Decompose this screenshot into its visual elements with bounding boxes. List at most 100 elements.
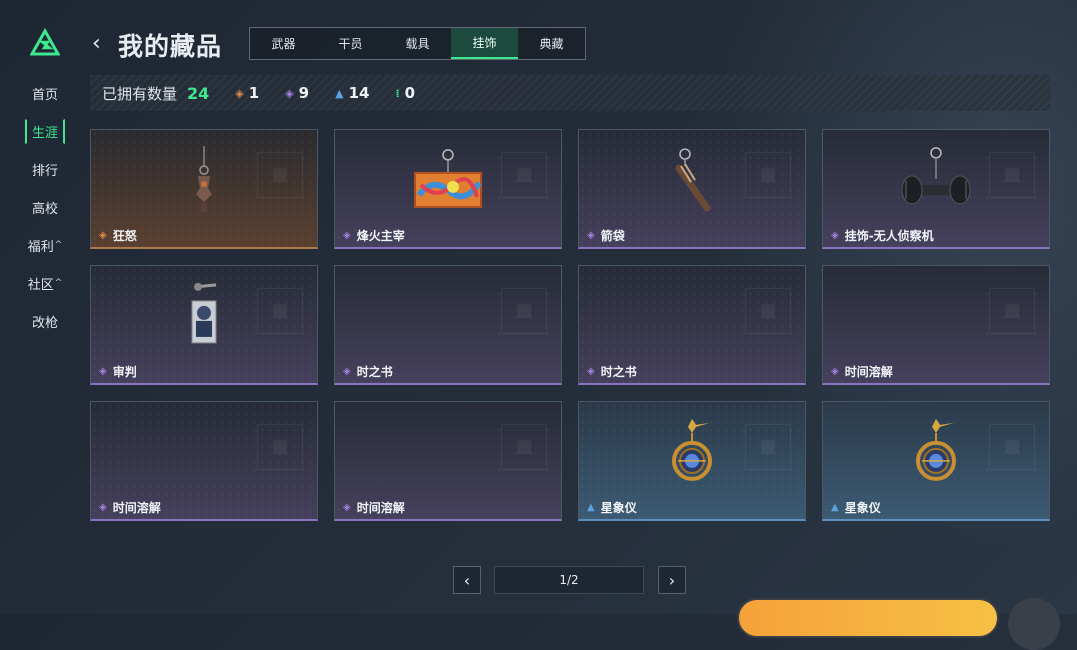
collection-card[interactable]: ◈ 时间溶解 (334, 401, 562, 521)
collection-card[interactable]: ◈ 时间溶解 (90, 401, 318, 521)
card-name-text: 星象仪 (844, 501, 881, 515)
tab-1[interactable]: 干员 (317, 28, 384, 59)
collection-card[interactable]: ◈ 时间溶解 (822, 265, 1050, 385)
round-button[interactable] (1008, 598, 1060, 650)
card-name-text: 时之书 (356, 365, 393, 379)
collection-card[interactable]: ◈ 烽火主宰 (334, 129, 562, 249)
collection-card[interactable]: ◈ 时之书 (334, 265, 562, 385)
collection-card[interactable]: ◈ 挂饰-无人侦察机 (822, 129, 1050, 249)
owned-count-total: 24 (187, 83, 210, 103)
sidebar-item-3[interactable]: 高校 (16, 188, 74, 226)
action-button[interactable] (737, 598, 999, 638)
tab-0[interactable]: 武器 (250, 28, 317, 59)
card-icon (184, 280, 224, 356)
purple-diamond-icon: ◈ (343, 366, 351, 377)
prev-page-button[interactable]: ‹ (453, 566, 481, 594)
sidebar-item-label: 生涯 (24, 118, 65, 144)
astrolabe-icon (908, 416, 964, 492)
collection-grid: ◈ 狂怒 ◈ 烽火主宰 ◈ 箭袋 ◈ 挂饰-无人侦察机 ◈ 审判 ◈ 时之书 ◈ 时之书 ◈ 时间溶解 ◈ 时间溶… (90, 129, 1050, 521)
collection-card[interactable]: ▲ 星象仪 (578, 401, 806, 521)
page-title: 我的藏品 (118, 32, 223, 61)
collection-card[interactable]: ◈ 箭袋 (578, 129, 806, 249)
rarity-count-value: 9 (298, 84, 310, 102)
astrolabe-icon (664, 416, 720, 492)
purple-diamond-icon: ◈ (343, 230, 351, 241)
rarity-count: ◈ 1 (235, 84, 259, 102)
card-name: ◈ 时之书 (343, 363, 393, 380)
owned-count-label: 已拥有数量 (102, 84, 178, 103)
crate-icon (413, 144, 483, 220)
card-name-text: 挂饰-无人侦察机 (844, 229, 934, 243)
green-dots-icon: ⁞ (395, 86, 400, 100)
rarity-count: ▲ 14 (335, 84, 369, 102)
rarity-count-value: 1 (248, 84, 260, 102)
purple-diamond-icon: ◈ (99, 366, 107, 377)
card-name: ◈ 狂怒 (99, 227, 137, 244)
sidebar-item-label: 福利 (27, 239, 54, 255)
card-decoration (273, 440, 287, 454)
sidebar-item-2[interactable]: 排行 (16, 150, 74, 188)
rarity-count-value: 14 (348, 84, 370, 102)
purple-diamond-icon: ◈ (831, 230, 839, 241)
card-decoration (273, 304, 287, 318)
card-name: ▲ 星象仪 (831, 499, 881, 516)
card-name-text: 星象仪 (600, 501, 637, 515)
card-name: ◈ 挂饰-无人侦察机 (831, 227, 934, 244)
collection-card[interactable]: ◈ 狂怒 (90, 129, 318, 249)
sidebar-item-4[interactable]: 福利 ^ (16, 226, 74, 264)
blue-chevron-icon: ▲ (831, 502, 839, 513)
sidebar: 首页 生涯 排行 高校 福利 ^ 社区 ^ 改枪 (16, 74, 74, 340)
card-name: ◈ 审判 (99, 363, 137, 380)
chevron-right-icon: › (668, 570, 676, 590)
card-name-text: 箭袋 (600, 229, 625, 243)
card-name: ◈ 时间溶解 (831, 363, 893, 380)
tab-2[interactable]: 载具 (384, 28, 451, 59)
sidebar-item-5[interactable]: 社区 ^ (16, 264, 74, 302)
sidebar-item-6[interactable]: 改枪 (16, 302, 74, 340)
sidebar-item-label: 首页 (31, 87, 58, 103)
next-page-button[interactable]: › (658, 566, 686, 594)
owned-count-bar: 已拥有数量 24 ◈ 1 ◈ 9 ▲ 14 ⁞ 0 (90, 75, 1050, 111)
tab-4[interactable]: 典藏 (518, 28, 585, 59)
orange-diamond-icon: ◈ (99, 230, 107, 241)
card-decoration (761, 304, 775, 318)
purple-diamond-icon: ◈ (99, 502, 107, 513)
sidebar-item-1[interactable]: 生涯 (16, 112, 74, 150)
card-name-text: 时之书 (600, 365, 637, 379)
page-indicator: 1/2 (494, 566, 644, 594)
card-decoration (1005, 440, 1019, 454)
card-decoration (273, 168, 287, 182)
card-name-text: 狂怒 (112, 229, 137, 243)
card-decoration (517, 304, 531, 318)
collection-card[interactable]: ◈ 时之书 (578, 265, 806, 385)
card-name: ◈ 时之书 (587, 363, 637, 380)
card-name: ◈ 箭袋 (587, 227, 625, 244)
sidebar-item-label: 改枪 (31, 315, 58, 331)
card-name-text: 烽火主宰 (356, 229, 405, 243)
card-decoration (517, 440, 531, 454)
quiver-icon (667, 146, 717, 220)
caret-up-icon: ^ (54, 278, 63, 288)
card-decoration (761, 440, 775, 454)
card-name: ◈ 时间溶解 (99, 499, 161, 516)
orange-diamond-icon: ◈ (235, 86, 244, 100)
drone-icon (900, 144, 972, 220)
app-logo-icon[interactable] (30, 28, 60, 58)
card-name-text: 时间溶解 (356, 501, 405, 515)
sidebar-item-label: 社区 (27, 277, 54, 293)
collection-card[interactable]: ▲ 星象仪 (822, 401, 1050, 521)
keychain-icon (184, 145, 224, 220)
card-name-text: 时间溶解 (844, 365, 893, 379)
blue-chevron-icon: ▲ (587, 502, 595, 513)
purple-diamond-icon: ◈ (587, 230, 595, 241)
collection-card[interactable]: ◈ 审判 (90, 265, 318, 385)
purple-diamond-icon: ◈ (831, 366, 839, 377)
rarity-count: ⁞ 0 (395, 84, 415, 102)
card-name: ▲ 星象仪 (587, 499, 637, 516)
back-icon[interactable]: ‹ (92, 31, 101, 56)
sidebar-item-0[interactable]: 首页 (16, 74, 74, 112)
rarity-count-value: 0 (404, 84, 416, 102)
card-name: ◈ 时间溶解 (343, 499, 405, 516)
tab-3[interactable]: 挂饰 (451, 28, 518, 59)
sidebar-item-label: 排行 (31, 163, 58, 179)
